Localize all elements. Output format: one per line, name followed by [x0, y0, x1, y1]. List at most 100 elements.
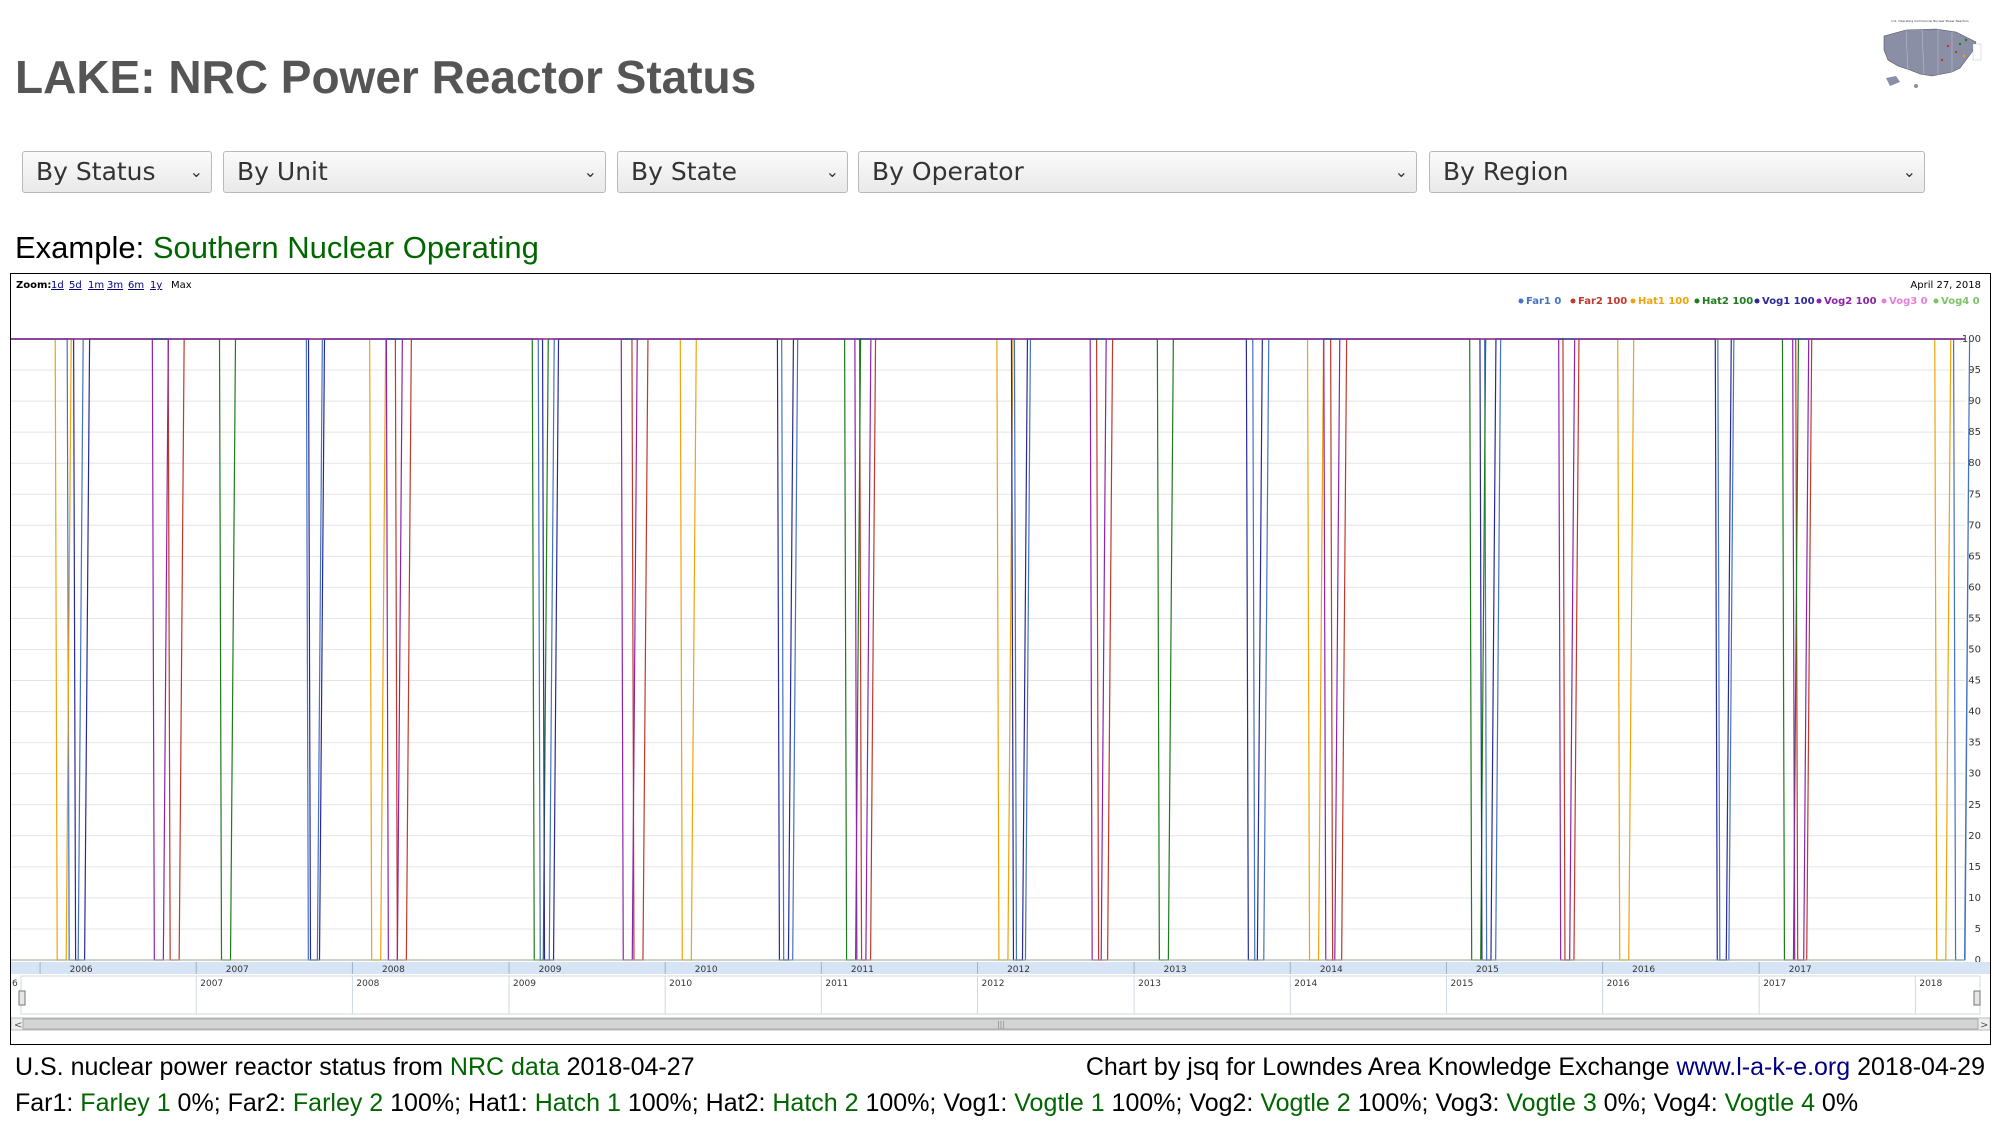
legend-entry-Far2[interactable]: Far2 100 [1578, 296, 1627, 307]
credit-prefix: Chart by jsq for Lowndes Area Knowledge … [1085, 1053, 1670, 1081]
unit-link[interactable]: Farley 2 [293, 1089, 383, 1117]
chevron-down-icon: ⌄ [825, 162, 839, 181]
legend-entry-Hat1[interactable]: Hat1 100 [1638, 296, 1689, 307]
legend-marker-Vog1 [1754, 298, 1760, 304]
y-tick-label: 55 [1968, 613, 1981, 624]
x-tick-label: 2010 [695, 965, 718, 975]
legend-marker-Vog4 [1933, 298, 1939, 304]
legend-marker-Far1 [1518, 298, 1524, 304]
x-tick-label: 2015 [1476, 965, 1499, 975]
x-tick-label: 2007 [226, 965, 249, 975]
unit-code: Vog1: [936, 1089, 1015, 1117]
page-title: LAKE: NRC Power Reactor Status [15, 51, 757, 103]
navigator-left-handle[interactable] [18, 990, 26, 1006]
scroll-right-icon[interactable]: > [1980, 1020, 1988, 1031]
y-tick-label: 40 [1968, 707, 1981, 718]
y-tick-label: 95 [1968, 365, 1981, 376]
unit-percent: 100%; [383, 1089, 462, 1117]
region-select-value: By Region [1443, 157, 1569, 186]
navigator-tick-label: 2018 [1919, 979, 1942, 989]
navigator-tick-label: 2009 [513, 979, 536, 989]
unit-code: Hat1: [461, 1089, 535, 1117]
credit-line: Chart by jsq for Lowndes Area Knowledge … [1086, 1053, 1985, 1082]
legend-marker-Vog2 [1816, 298, 1822, 304]
unit-link[interactable]: Vogtle 1 [1014, 1089, 1104, 1117]
y-tick-label: 85 [1968, 427, 1981, 438]
unit-select[interactable]: By Unit ⌄ [223, 151, 606, 193]
source-date: 2018-04-27 [566, 1053, 695, 1081]
navigator-tick-label: 2014 [1294, 979, 1317, 989]
zoom-option-Max[interactable]: Max [171, 280, 192, 291]
x-tick-label: 2016 [1632, 965, 1655, 975]
unit-status-line: Far1: Farley 1 0%; Far2: Farley 2 100%; … [15, 1089, 1858, 1118]
chart-svg: 0510152025303540455055606570758085909510… [11, 280, 1990, 1031]
chevron-down-icon: ⌄ [583, 162, 597, 181]
y-tick-label: 25 [1968, 800, 1981, 811]
unit-percent: 0%; [170, 1089, 221, 1117]
navigator-tick-label: 2010 [669, 979, 692, 989]
x-tick-label: 2014 [1320, 965, 1343, 975]
zoom-option-1d[interactable]: 1d [51, 280, 64, 291]
navigator-tick-label: 2017 [1763, 979, 1786, 989]
navigator-tick-label: 2007 [200, 979, 223, 989]
navigator-tick-label: 2011 [825, 979, 848, 989]
status-select-value: By Status [36, 157, 156, 186]
nrc-data-link[interactable]: NRC data [450, 1053, 560, 1081]
legend-entry-Hat2[interactable]: Hat2 100 [1702, 296, 1753, 307]
y-tick-label: 65 [1968, 551, 1981, 562]
navigator-right-handle[interactable] [1973, 990, 1981, 1006]
unit-link[interactable]: Farley 1 [80, 1089, 170, 1117]
unit-percent: 0%; [1596, 1089, 1647, 1117]
unit-link[interactable]: Vogtle 4 [1725, 1089, 1815, 1117]
x-tick-label: 2009 [539, 965, 562, 975]
legend-marker-Hat1 [1630, 298, 1636, 304]
zoom-option-5d[interactable]: 5d [69, 280, 82, 291]
unit-code: Vog4: [1646, 1089, 1725, 1117]
x-tick-label: 2017 [1789, 965, 1812, 975]
y-tick-label: 50 [1968, 645, 1981, 656]
operator-select[interactable]: By Operator ⌄ [858, 151, 1417, 193]
state-select[interactable]: By State ⌄ [617, 151, 848, 193]
unit-percent: 0% [1814, 1089, 1859, 1117]
x-tick-label: 2012 [1007, 965, 1030, 975]
lake-website-link[interactable]: www.l-a-k-e.org [1677, 1053, 1851, 1081]
operator-select-value: By Operator [872, 157, 1024, 186]
zoom-option-1y[interactable]: 1y [150, 280, 162, 291]
legend-entry-Vog2[interactable]: Vog2 100 [1824, 296, 1877, 307]
chevron-down-icon: ⌄ [1902, 162, 1916, 181]
zoom-option-3m[interactable]: 3m [107, 280, 123, 291]
y-tick-label: 5 [1975, 924, 1981, 935]
us-reactor-map-thumbnail[interactable]: U.S. Operating Commercial Nuclear Power … [1876, 16, 1984, 96]
map-caption: U.S. Operating Commercial Nuclear Power … [1891, 19, 1969, 23]
y-tick-label: 75 [1968, 489, 1981, 500]
unit-percent: 100%; [1104, 1089, 1183, 1117]
unit-code: Vog3: [1428, 1089, 1507, 1117]
legend-entry-Vog4[interactable]: Vog4 0 [1941, 296, 1980, 307]
unit-link[interactable]: Hatch 1 [535, 1089, 621, 1117]
unit-code: Far1: [15, 1089, 81, 1117]
y-tick-label: 60 [1968, 582, 1981, 593]
unit-link[interactable]: Vogtle 3 [1506, 1089, 1596, 1117]
legend-entry-Far1[interactable]: Far1 0 [1526, 296, 1561, 307]
scroll-left-icon[interactable]: < [14, 1020, 22, 1031]
x-tick-label: 2006 [70, 965, 93, 975]
navigator-tick-label: 2016 [1607, 979, 1630, 989]
y-tick-label: 20 [1968, 831, 1981, 842]
navigator-tick-label: 2008 [356, 979, 379, 989]
status-select[interactable]: By Status ⌄ [22, 151, 212, 193]
zoom-option-1m[interactable]: 1m [88, 280, 104, 291]
legend-entry-Vog1[interactable]: Vog1 100 [1762, 296, 1815, 307]
zoom-option-6m[interactable]: 6m [128, 280, 144, 291]
legend-marker-Hat2 [1694, 298, 1700, 304]
unit-code: Hat2: [698, 1089, 773, 1117]
example-operator-link[interactable]: Southern Nuclear Operating [153, 230, 539, 265]
unit-link[interactable]: Vogtle 2 [1260, 1089, 1350, 1117]
unit-percent: 100%; [1350, 1089, 1429, 1117]
x-tick-label: 2008 [382, 965, 405, 975]
example-line: Example: Southern Nuclear Operating [15, 230, 539, 266]
legend-entry-Vog3[interactable]: Vog3 0 [1889, 296, 1928, 307]
source-prefix: U.S. nuclear power reactor status from [15, 1053, 443, 1081]
region-select[interactable]: By Region ⌄ [1429, 151, 1925, 193]
x-axis-band [11, 962, 1990, 974]
unit-link[interactable]: Hatch 2 [772, 1089, 858, 1117]
